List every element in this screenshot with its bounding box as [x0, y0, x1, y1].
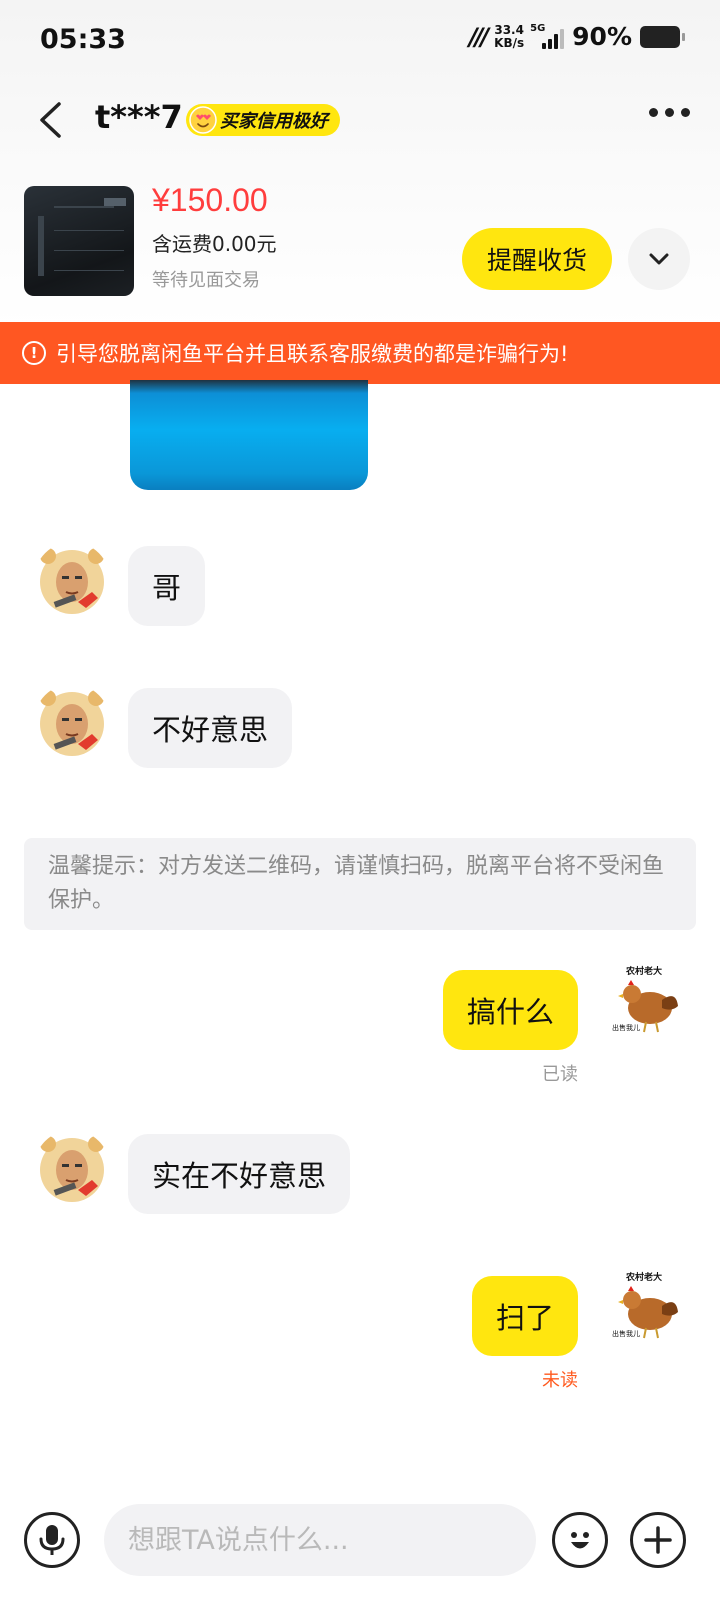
my-avatar[interactable]: 农村老大 出售我儿: [610, 1270, 686, 1346]
heart-eyes-face-icon: [189, 106, 217, 134]
chicken-avatar-icon: 农村老大 出售我儿: [610, 964, 686, 1040]
status-bar: 05:33 /// 33.4 KB/s 5G 90%: [0, 0, 720, 80]
emoji-button[interactable]: [552, 1512, 608, 1568]
microphone-icon: [39, 1525, 65, 1555]
hamster-face-avatar-icon: [34, 1130, 110, 1206]
input-bar: [0, 1490, 720, 1600]
shipping-fee: 含运费0.00元: [152, 232, 277, 256]
order-status: 等待见面交易: [152, 270, 260, 291]
fraud-warning-text: 引导您脱离闲鱼平台并且联系客服缴费的都是诈骗行为!: [56, 342, 569, 366]
more-dot-icon: [649, 108, 658, 117]
message-bubble-incoming[interactable]: 哥: [128, 546, 206, 626]
warning-icon: !: [22, 341, 46, 365]
status-time: 05:33: [40, 24, 126, 55]
fraud-warning-banner: ! 引导您脱离闲鱼平台并且联系客服缴费的都是诈骗行为!: [0, 322, 720, 384]
unread-status: 未读: [542, 1370, 578, 1391]
chat-header: t***7 买家信用极好: [0, 80, 720, 160]
message-bubble-incoming[interactable]: 不好意思: [128, 688, 293, 768]
credit-badge-label: 买家信用极好: [220, 111, 328, 132]
chicken-avatar-icon: 农村老大 出售我儿: [610, 1270, 686, 1346]
voice-button[interactable]: [24, 1512, 80, 1568]
message-bubble-incoming[interactable]: 实在不好意思: [128, 1134, 351, 1214]
more-options-button[interactable]: [649, 108, 690, 117]
avatar-caption-top: 农村老大: [625, 965, 662, 977]
read-status: 已读: [542, 1064, 578, 1085]
contact-avatar[interactable]: [34, 1130, 110, 1206]
image-message[interactable]: [130, 380, 368, 490]
signal-bar: [548, 38, 553, 49]
battery-percent: 90%: [572, 22, 632, 51]
more-dot-icon: [665, 108, 674, 117]
signal-icon: 5G: [530, 22, 565, 49]
smiley-face-icon: [571, 1532, 589, 1549]
expand-button[interactable]: [628, 228, 690, 290]
network-speed-unit: KB/s: [494, 35, 525, 50]
network-type-label: 5G: [530, 22, 546, 34]
product-price: ¥150.00: [152, 182, 268, 218]
network-activity-icon: ///: [468, 22, 489, 51]
message-input[interactable]: [104, 1504, 536, 1576]
hamster-face-avatar-icon: [34, 684, 110, 760]
signal-bar: [542, 42, 547, 49]
back-button[interactable]: [30, 98, 70, 142]
avatar-caption-top: 农村老大: [625, 1271, 662, 1283]
product-thumbnail[interactable]: [24, 186, 134, 296]
hamster-face-avatar-icon: [34, 542, 110, 618]
status-icons: /// 33.4 KB/s 5G 90%: [468, 22, 685, 51]
my-avatar[interactable]: 农村老大 出售我儿: [610, 964, 686, 1040]
contact-avatar[interactable]: [34, 542, 110, 618]
avatar-caption-bottom: 出售我儿: [612, 1329, 640, 1338]
plus-icon: [644, 1526, 672, 1554]
credit-badge[interactable]: 买家信用极好: [186, 104, 340, 136]
message-bubble-outgoing[interactable]: 扫了: [471, 1276, 578, 1356]
avatar-caption-bottom: 出售我儿: [612, 1023, 640, 1032]
signal-bar: [560, 28, 565, 49]
signal-bar: [554, 33, 559, 49]
product-card[interactable]: ¥150.00 含运费0.00元 等待见面交易 提醒收货: [0, 182, 720, 302]
remind-receipt-button[interactable]: 提醒收货: [462, 228, 612, 290]
chevron-down-icon: [649, 253, 669, 265]
contact-avatar[interactable]: [34, 684, 110, 760]
network-speed: 33.4 KB/s: [494, 22, 525, 50]
network-speed-value: 33.4: [494, 22, 524, 37]
more-dot-icon: [681, 108, 690, 117]
message-bubble-outgoing[interactable]: 搞什么: [442, 970, 578, 1050]
contact-username[interactable]: t***7: [95, 98, 183, 136]
back-arrow-icon: [40, 102, 61, 138]
battery-icon: [640, 25, 685, 48]
chat-messages[interactable]: 哥 不好意思 温馨提示：对方发送二维码，请谨慎扫码，脱离平台将不受闲鱼保护。 搞…: [0, 380, 720, 1484]
safety-tip: 温馨提示：对方发送二维码，请谨慎扫码，脱离平台将不受闲鱼保护。: [24, 838, 696, 930]
add-button[interactable]: [630, 1512, 686, 1568]
